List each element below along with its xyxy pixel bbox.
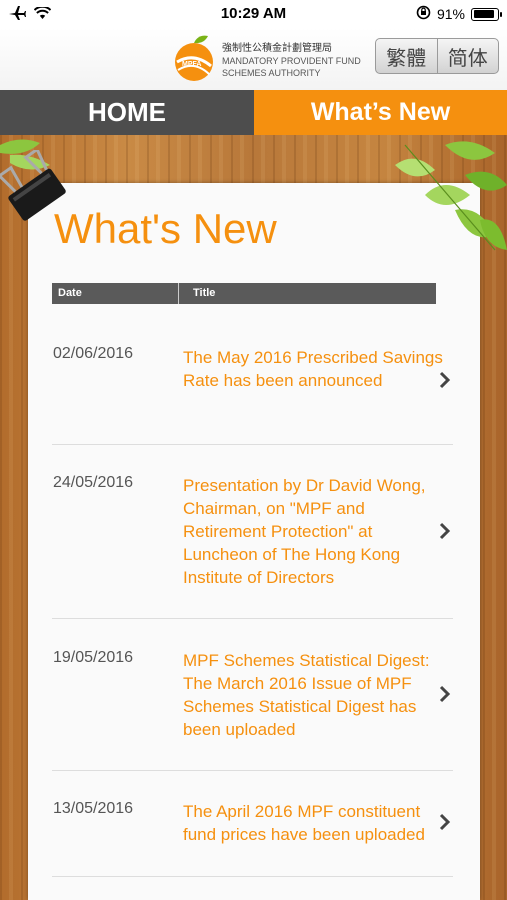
column-header-title: Title xyxy=(193,287,216,299)
table-header: Date Title xyxy=(52,283,436,304)
news-date: 19/05/2016 xyxy=(53,649,134,666)
main-nav: HOME What’s New xyxy=(0,90,507,144)
news-title[interactable]: The May 2016 Prescribed Savings Rate has… xyxy=(183,346,443,392)
app-header: MPFA 強制性公積金計劃管理局 MANDATORY PROVIDENT FUN… xyxy=(0,28,507,90)
news-row[interactable]: 13/05/2016 The April 2016 MPF constituen… xyxy=(52,771,453,877)
news-title[interactable]: Presentation by Dr David Wong, Chairman,… xyxy=(183,474,443,589)
orientation-lock-icon xyxy=(416,5,431,23)
page-title: What's New xyxy=(54,205,277,252)
news-date: 02/06/2016 xyxy=(53,345,134,362)
news-title[interactable]: MPF Schemes Statistical Digest: The Marc… xyxy=(183,649,443,741)
news-row[interactable]: 24/05/2016 Presentation by Dr David Wong… xyxy=(52,445,453,619)
news-row[interactable]: 02/06/2016 The May 2016 Prescribed Savin… xyxy=(52,304,453,445)
chevron-right-icon[interactable] xyxy=(438,685,452,703)
status-bar: 10:29 AM 91% xyxy=(0,0,507,28)
chevron-right-icon[interactable] xyxy=(438,522,452,540)
simplified-chinese-button[interactable]: 简体 xyxy=(436,39,499,73)
mpfa-logo-icon: MPFA xyxy=(175,35,213,81)
chevron-right-icon[interactable] xyxy=(438,813,452,831)
tab-home[interactable]: HOME xyxy=(0,90,254,135)
battery-percentage: 91% xyxy=(436,6,465,22)
chevron-right-icon[interactable] xyxy=(438,371,452,389)
news-title[interactable]: The April 2016 MPF constituent fund pric… xyxy=(183,800,443,846)
battery-icon xyxy=(471,7,502,21)
authority-name-en-2: SCHEMES AUTHORITY xyxy=(222,68,321,78)
authority-name: 強制性公積金計劃管理局 MANDATORY PROVIDENT FUND SCH… xyxy=(222,43,361,79)
news-date: 13/05/2016 xyxy=(53,800,134,817)
news-date: 24/05/2016 xyxy=(53,474,134,491)
authority-name-zh: 強制性公積金計劃管理局 xyxy=(222,43,332,54)
tab-whats-new[interactable]: What’s New xyxy=(254,90,507,144)
svg-text:MPFA: MPFA xyxy=(182,61,201,68)
column-header-date: Date xyxy=(52,283,179,304)
authority-name-en-1: MANDATORY PROVIDENT FUND xyxy=(222,56,361,66)
news-row[interactable]: 19/05/2016 MPF Schemes Statistical Diges… xyxy=(52,619,453,771)
leaves-decoration-icon xyxy=(395,141,507,251)
language-switcher: 繁體 简体 xyxy=(375,38,499,74)
traditional-chinese-button[interactable]: 繁體 xyxy=(376,39,437,73)
